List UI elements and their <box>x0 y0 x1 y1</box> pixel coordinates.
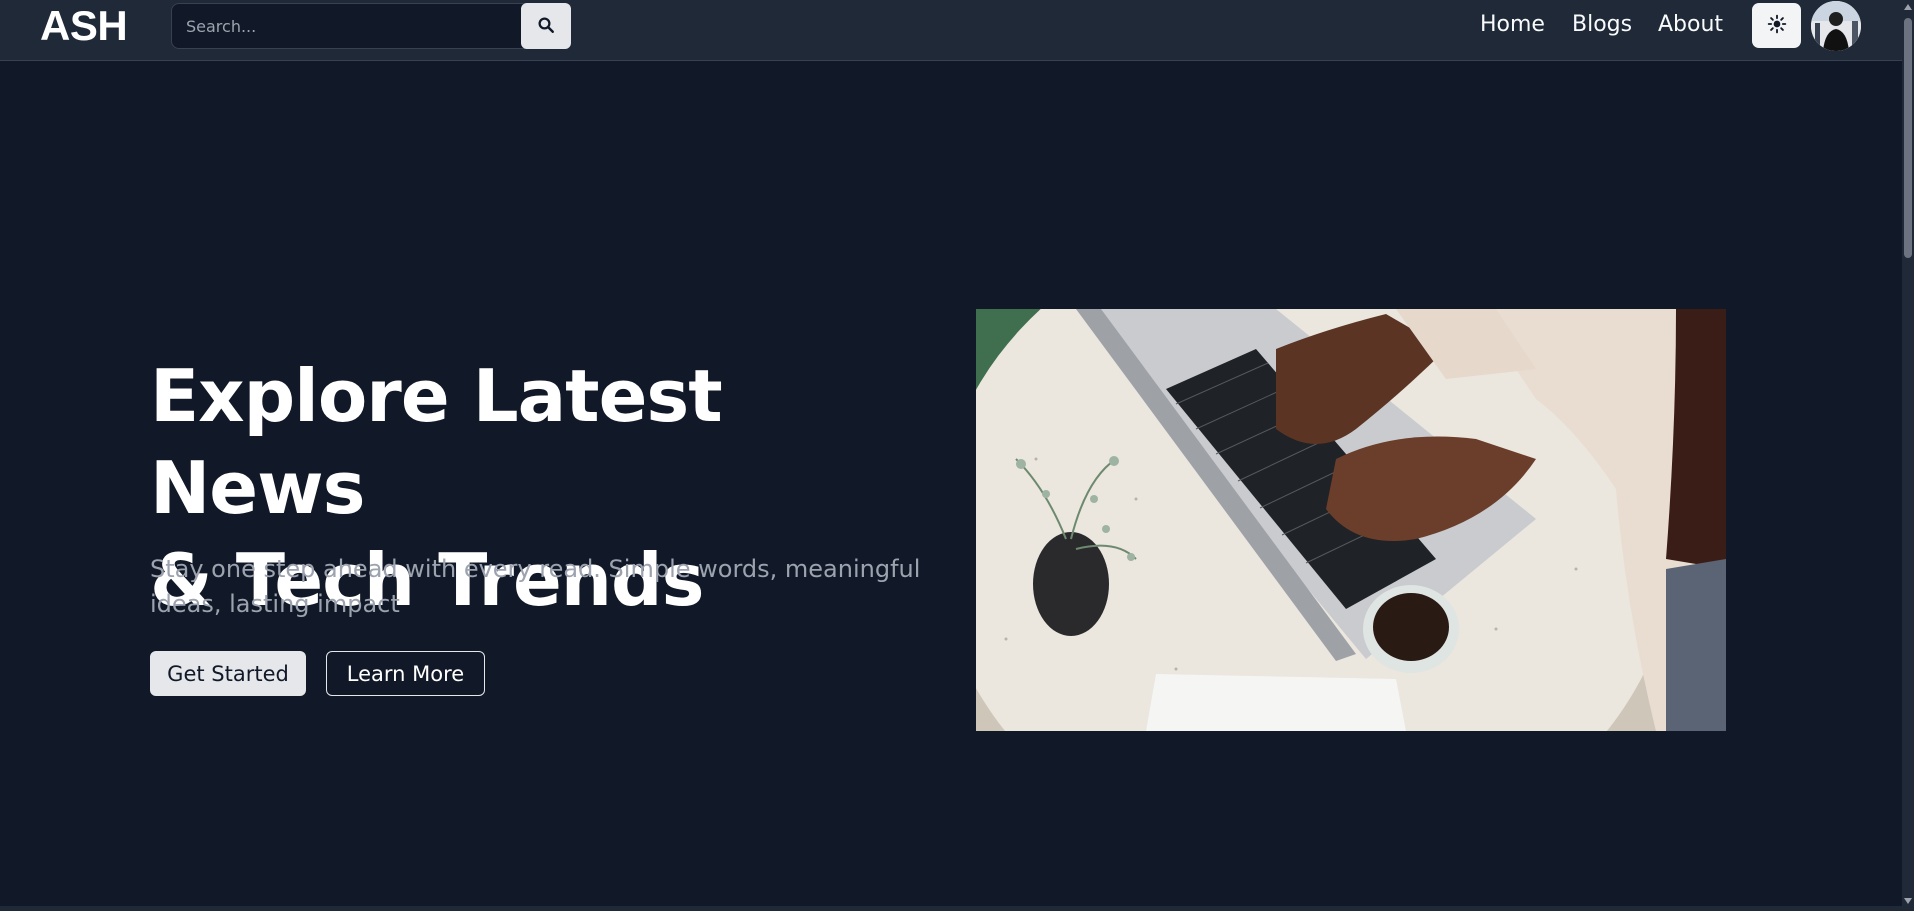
page-bottom-strip <box>0 906 1902 911</box>
learn-more-button[interactable]: Learn More <box>326 651 485 696</box>
hero-image <box>976 309 1726 731</box>
top-navbar: ASH Home Blogs About <box>0 0 1902 61</box>
nav-link-about[interactable]: About <box>1658 12 1723 37</box>
hero-subtitle: Stay one step ahead with every read. Sim… <box>150 555 921 618</box>
nav-link-home[interactable]: Home <box>1480 12 1545 37</box>
scrollbar-thumb[interactable] <box>1904 18 1912 258</box>
scroll-up-icon[interactable] <box>1904 4 1912 10</box>
hero-title-line-1: Explore Latest News <box>150 354 723 530</box>
search-icon <box>537 16 555 37</box>
sun-icon <box>1767 14 1787 37</box>
theme-toggle-button[interactable] <box>1752 3 1801 48</box>
user-avatar[interactable] <box>1811 1 1861 51</box>
scrollbar[interactable] <box>1902 0 1914 911</box>
search-bar <box>171 3 571 49</box>
search-button[interactable] <box>521 3 571 49</box>
scroll-down-icon[interactable] <box>1904 898 1912 904</box>
search-input[interactable] <box>171 3 533 49</box>
nav-link-blogs[interactable]: Blogs <box>1572 12 1632 37</box>
get-started-button[interactable]: Get Started <box>150 651 306 696</box>
site-logo[interactable]: ASH <box>40 2 128 50</box>
